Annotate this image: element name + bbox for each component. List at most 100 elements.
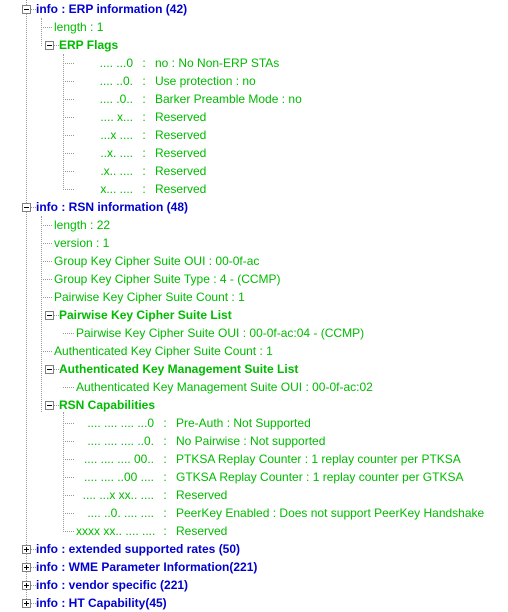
tree-node-rsn-information[interactable]: info : RSN information (48) [0,198,508,216]
collapse-icon-erp[interactable] [22,4,31,14]
bitfield-description: Barker Preamble Mode : no [155,92,302,106]
bitfield-pattern: .... .0.. [99,92,133,106]
collapse-icon-rsn-capabilities[interactable] [45,400,54,410]
bitfield-pattern: .... ...x xx.. .... [82,488,154,502]
tree-connector [63,108,76,126]
tree-bit-row[interactable]: .... .... .... 00.. : PTKSA Replay Count… [0,450,508,468]
tree-bit-row[interactable]: .... .... .... ...0 : Pre-Auth : Not Sup… [0,414,508,432]
tree-leaf-rsn-version[interactable]: version : 1 [0,234,508,252]
bitfield-pattern: .... .... .... ...0 [87,416,154,430]
bitfield-separator: : [142,128,146,142]
tree-leaf-label: length : 22 [54,218,111,232]
tree-bit-row[interactable]: .... .0.. : Barker Preamble Mode : no [0,90,508,108]
bitfield-description: no : No Non-ERP STAs [155,56,280,70]
bitfield-pattern: .x.. .... [100,164,133,178]
tree-bit-row[interactable]: .... ..0. .... .... : PeerKey Enabled : … [0,504,508,522]
tree-bit-row[interactable]: .... .... ..00 .... : GTKSA Replay Count… [0,468,508,486]
tree-leaf-group-key-oui[interactable]: Group Key Cipher Suite OUI : 00-0f-ac [0,252,508,270]
bitfield-pattern: ...x .... [100,128,133,142]
tree-node-label: info : vendor specific (221) [36,578,189,592]
tree-node-rsn-capabilities[interactable]: RSN Capabilities [0,396,508,414]
tree-bit-row[interactable]: xxxx xx.. .... .... : Reserved [0,522,508,540]
tree-node-erp-flags[interactable]: ERP Flags [0,36,508,54]
bitfield-description: GTKSA Replay Counter : 1 replay counter … [176,470,464,484]
tree-bit-row[interactable]: ..x. .... : Reserved [0,144,508,162]
tree-connector [41,216,54,234]
bitfield-separator: : [163,506,167,520]
collapse-icon-erp-flags[interactable] [45,40,54,50]
tree-leaf-group-key-type[interactable]: Group Key Cipher Suite Type : 4 - (CCMP) [0,270,508,288]
bitfield-separator: : [163,434,167,448]
tree-connector [41,234,54,252]
expand-icon-vendor-specific[interactable] [22,580,31,590]
tree-node-label: RSN Capabilities [59,398,156,412]
bitfield-pattern: .... ...0 [99,56,133,70]
tree-connector [63,450,76,468]
tree-bit-row[interactable]: .x.. .... : Reserved [0,162,508,180]
tree-leaf-pairwise-count[interactable]: Pairwise Key Cipher Suite Count : 1 [0,288,508,306]
bitfield-pattern: .... ..0. .... .... [87,506,154,520]
expand-icon-ht-capability[interactable] [22,598,31,608]
bitfield-pattern: ..x. .... [100,146,133,160]
bitfield-description: Reserved [176,488,228,502]
tree-connector [63,486,76,504]
tree-node-erp-information[interactable]: info : ERP information (42) [0,0,508,18]
tree-leaf-pairwise-suite-oui[interactable]: Pairwise Key Cipher Suite OUI : 00-0f-ac… [0,324,508,342]
expand-icon-extended-supported-rates[interactable] [22,544,31,554]
tree-node-extended-supported-rates[interactable]: info : extended supported rates (50) [0,540,508,558]
tree-node-label: info : RSN information (48) [36,200,188,214]
bitfield-description: Reserved [155,182,207,196]
tree-connector [63,90,76,108]
tree-connector [63,54,76,72]
tree-node-vendor-specific[interactable]: info : vendor specific (221) [0,576,508,594]
collapse-icon-pairwise-list[interactable] [45,310,54,320]
tree-node-pairwise-key-cipher-suite-list[interactable]: Pairwise Key Cipher Suite List [0,306,508,324]
tree-connector [63,72,76,90]
bitfield-description: Reserved [155,164,207,178]
tree-node-wme-parameter-information[interactable]: info : WME Parameter Information(221) [0,558,508,576]
tree-leaf-label: Group Key Cipher Suite Type : 4 - (CCMP) [54,272,281,286]
tree-leaf-auth-key-cipher-count[interactable]: Authenticated Key Cipher Suite Count : 1 [0,342,508,360]
tree-leaf-rsn-length[interactable]: length : 22 [0,216,508,234]
bitfield-separator: : [142,182,146,196]
bitfield-description: Reserved [176,524,228,538]
tree-node-auth-key-management-suite-list[interactable]: Authenticated Key Management Suite List [0,360,508,378]
tree-connector [41,252,54,270]
tree-bit-row[interactable]: .... x... : Reserved [0,108,508,126]
tree-leaf-label: Authenticated Key Cipher Suite Count : 1 [54,344,273,358]
tree-connector [63,180,76,198]
tree-connector [41,288,54,306]
bitfield-description: No Pairwise : Not supported [176,434,326,448]
collapse-icon-akm-list[interactable] [45,364,54,374]
bitfield-separator: : [142,146,146,160]
tree-connector [63,432,76,450]
tree-leaf-label: Group Key Cipher Suite OUI : 00-0f-ac [54,254,260,268]
tree-connector [41,270,54,288]
bitfield-description: Pre-Auth : Not Supported [176,416,311,430]
tree-bit-row[interactable]: .... .... .... ..0. : No Pairwise : Not … [0,432,508,450]
tree-connector [41,18,54,36]
collapse-icon-rsn[interactable] [22,202,31,212]
bitfield-pattern: .... ..0. [99,74,133,88]
tree-connector [63,414,76,432]
expand-icon-wme-parameter-information[interactable] [22,562,31,572]
bitfield-pattern: x... .... [100,182,133,196]
bitfield-description: Reserved [155,110,207,124]
tree-node-ht-capability[interactable]: info : HT Capability(45) [0,594,508,612]
bitfield-pattern: .... .... .... ..0. [87,434,154,448]
tree-leaf-akm-suite-oui[interactable]: Authenticated Key Management Suite OUI :… [0,378,508,396]
packet-detail-tree[interactable]: info : ERP information (42) length : 1 E… [0,0,508,611]
tree-bit-row[interactable]: .... ...x xx.. .... : Reserved [0,486,508,504]
tree-bit-row[interactable]: x... .... : Reserved [0,180,508,198]
tree-node-label: info : WME Parameter Information(221) [36,560,258,574]
tree-bit-row[interactable]: .... ...0 : no : No Non-ERP STAs [0,54,508,72]
tree-node-label: ERP Flags [59,38,119,52]
tree-bit-row[interactable]: ...x .... : Reserved [0,126,508,144]
tree-leaf-erp-length[interactable]: length : 1 [0,18,508,36]
bitfield-description: PeerKey Enabled : Does not support PeerK… [176,506,485,520]
tree-node-label: info : HT Capability(45) [36,596,167,610]
bitfield-description: Reserved [155,128,207,142]
bitfield-separator: : [163,524,167,538]
tree-bit-row[interactable]: .... ..0. : Use protection : no [0,72,508,90]
bitfield-separator: : [142,74,146,88]
